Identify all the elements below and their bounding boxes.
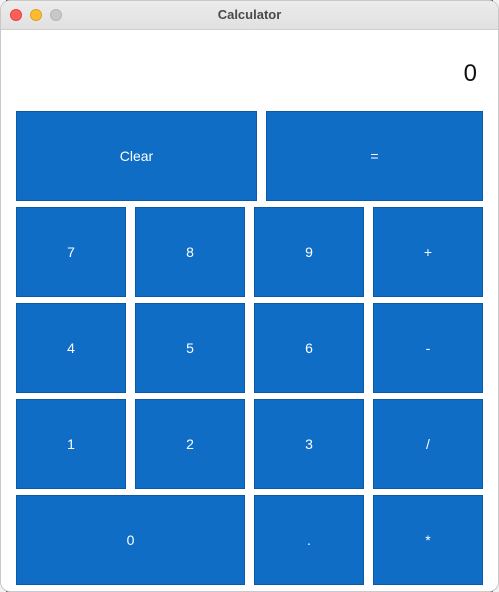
digit-4-button[interactable]: 4 (16, 303, 126, 393)
multiply-button[interactable]: * (373, 495, 483, 585)
plus-button[interactable]: + (373, 207, 483, 297)
digit-5-button[interactable]: 5 (135, 303, 245, 393)
divide-button[interactable]: / (373, 399, 483, 489)
digit-9-button[interactable]: 9 (254, 207, 364, 297)
digit-7-button[interactable]: 7 (16, 207, 126, 297)
minus-button[interactable]: - (373, 303, 483, 393)
equals-button[interactable]: = (266, 111, 483, 201)
calculator-display: 0 (463, 60, 477, 87)
digit-0-button[interactable]: 0 (16, 495, 245, 585)
digit-6-button[interactable]: 6 (254, 303, 364, 393)
title-bar[interactable]: Calculator (1, 1, 498, 30)
digit-3-button[interactable]: 3 (254, 399, 364, 489)
digit-2-button[interactable]: 2 (135, 399, 245, 489)
window-title: Calculator (217, 7, 282, 22)
decimal-button[interactable]: . (254, 495, 364, 585)
calculator-window: Calculator 0 Clear = 7 8 9 + 4 5 6 - 1 2… (0, 0, 499, 592)
clear-button[interactable]: Clear (16, 111, 257, 201)
digit-1-button[interactable]: 1 (16, 399, 126, 489)
digit-8-button[interactable]: 8 (135, 207, 245, 297)
